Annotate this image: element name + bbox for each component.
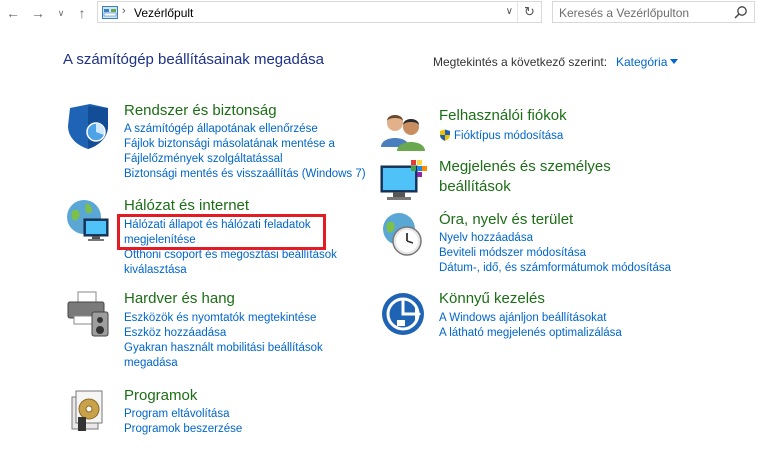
link-change-date-time-format[interactable]: Dátum-, idő, és számformátumok módosítás… <box>439 261 671 276</box>
link-change-account-type-label[interactable]: Fióktípus módosítása <box>454 130 563 142</box>
ease-of-access-icon[interactable] <box>379 290 427 338</box>
shield-icon[interactable] <box>64 102 112 150</box>
link-mobility-line1[interactable]: Gyakran használt mobilitási beállítások <box>124 341 323 356</box>
breadcrumb-control-panel[interactable]: Vezérlőpult <box>134 6 193 20</box>
link-file-history-line1[interactable]: Fájlok biztonsági másolatának mentése a <box>124 137 366 152</box>
control-panel-icon <box>102 6 118 19</box>
link-file-history-line2[interactable]: Fájlelőzmények szolgáltatással <box>124 152 366 167</box>
search-input[interactable] <box>559 5 729 20</box>
link-add-language[interactable]: Nyelv hozzáadása <box>439 231 671 246</box>
up-arrow-icon[interactable]: ↑ <box>73 4 91 22</box>
category-title[interactable]: Felhasználói fiókok <box>439 107 567 124</box>
view-by-dropdown-arrow-icon[interactable] <box>670 59 678 64</box>
link-devices-printers[interactable]: Eszközök és nyomtatók megtekintése <box>124 311 323 326</box>
page-title: A számítógép beállításainak megadása <box>63 51 324 68</box>
recent-locations-chevron-icon[interactable]: ∨ <box>52 4 70 22</box>
back-arrow-icon[interactable]: ← <box>4 4 22 22</box>
category-ease-of-access: Könnyű kezelés A Windows ajánljon beállí… <box>379 290 689 345</box>
link-optimize-visual-display[interactable]: A látható megjelenés optimalizálása <box>439 326 622 341</box>
appearance-monitor-icon[interactable] <box>379 158 427 206</box>
category-hardware-sound: Hardver és hang Eszközök és nyomtatók me… <box>64 290 374 370</box>
link-change-account-type[interactable]: Fióktípus módosítása <box>439 129 563 144</box>
link-change-input-method[interactable]: Beviteli módszer módosítása <box>439 246 671 261</box>
user-accounts-icon[interactable] <box>379 107 427 155</box>
breadcrumb-separator-icon: › <box>122 5 126 17</box>
category-title[interactable]: Óra, nyelv és terület <box>439 211 573 228</box>
search-box[interactable] <box>552 1 755 23</box>
address-toolbar: ← → ∨ ↑ › Vezérlőpult ∨ ↻ <box>0 0 759 26</box>
category-title[interactable]: Programok <box>124 387 197 404</box>
category-title[interactable]: Hardver és hang <box>124 290 235 307</box>
uac-shield-icon <box>440 129 450 141</box>
category-user-accounts: Felhasználói fiókok Fióktípus módosítása <box>379 107 679 152</box>
address-dropdown-chevron-icon[interactable]: ∨ <box>506 6 513 17</box>
link-uninstall-program[interactable]: Program eltávolítása <box>124 407 242 422</box>
category-programs: Programok Program eltávolítása Programok… <box>64 387 374 447</box>
view-by-label: Megtekintés a következő szerint: <box>433 55 608 69</box>
clock-globe-icon[interactable] <box>379 211 427 259</box>
category-title[interactable]: Hálózat és internet <box>124 197 249 214</box>
link-check-status[interactable]: A számítógép állapotának ellenőrzése <box>124 122 366 137</box>
category-clock-language-region: Óra, nyelv és terület Nyelv hozzáadása B… <box>379 211 689 281</box>
category-title[interactable]: Rendszer és biztonság <box>124 102 277 119</box>
category-title-line2[interactable]: beállítások <box>439 177 611 197</box>
view-by-dropdown[interactable]: Kategória <box>616 55 667 69</box>
link-backup-restore[interactable]: Biztonsági mentés és visszaállítás (Wind… <box>124 167 366 182</box>
printer-speaker-icon[interactable] <box>64 290 112 338</box>
category-title[interactable]: Könnyű kezelés <box>439 290 545 307</box>
category-title[interactable]: Megjelenés és személyes beállítások <box>439 157 611 197</box>
link-homegroup-line2[interactable]: kiválasztása <box>124 263 337 278</box>
link-add-device[interactable]: Eszköz hozzáadása <box>124 326 323 341</box>
category-appearance-personalization: Megjelenés és személyes beállítások <box>379 158 679 203</box>
link-let-windows-suggest[interactable]: A Windows ajánljon beállításokat <box>439 311 622 326</box>
forward-arrow-icon[interactable]: → <box>29 4 47 22</box>
programs-disc-icon[interactable] <box>64 387 112 435</box>
red-highlight-box <box>117 214 326 250</box>
refresh-icon[interactable]: ↻ <box>517 2 541 22</box>
category-title-line1[interactable]: Megjelenés és személyes <box>439 157 611 177</box>
link-mobility-line2[interactable]: megadása <box>124 356 323 371</box>
category-system-security: Rendszer és biztonság A számítógép állap… <box>64 102 374 192</box>
link-get-programs[interactable]: Programok beszerzése <box>124 422 242 437</box>
network-globe-icon[interactable] <box>64 197 112 245</box>
search-icon[interactable] <box>734 5 748 19</box>
link-homegroup-line1[interactable]: Otthoni csoport és megosztási beállításo… <box>124 248 337 263</box>
address-bar[interactable]: › Vezérlőpult ∨ ↻ <box>97 1 542 23</box>
